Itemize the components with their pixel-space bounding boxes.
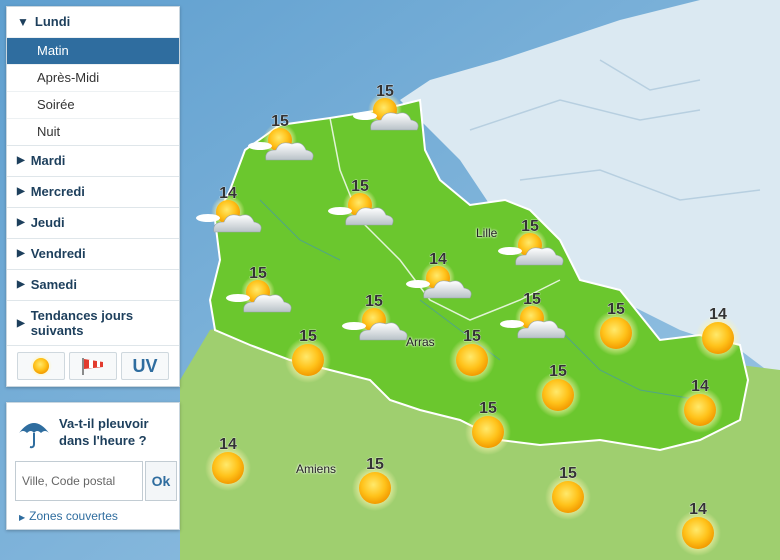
rain-title: Va-t-il pleuvoir dans l'heure ? [59, 416, 149, 448]
small-cloud-icon [353, 112, 377, 120]
zones-label: Zones couvertes [29, 509, 118, 523]
small-cloud-icon [226, 294, 250, 302]
sun-icon [600, 317, 632, 349]
day-samedi[interactable]: ▶ Samedi [7, 269, 179, 300]
temperature-label: 15 [479, 400, 497, 417]
temperature-label: 15 [249, 265, 267, 282]
triangle-right-icon: ▶ [17, 155, 25, 166]
day-tendances[interactable]: ▶ Tendances jours suivants [7, 300, 179, 345]
triangle-right-icon: ▶ [17, 279, 25, 290]
small-cloud-icon [248, 142, 272, 150]
day-label: Lundi [34, 14, 71, 29]
zones-link[interactable]: ▶ Zones couvertes [19, 509, 118, 523]
small-cloud-icon [498, 247, 522, 255]
day-label: Jeudi [30, 215, 65, 230]
day-label: Mercredi [30, 184, 85, 199]
temperature-label: 15 [607, 301, 625, 318]
triangle-right-icon: ▶ [17, 317, 25, 329]
triangle-right-icon: ▶ [17, 248, 25, 259]
small-cloud-icon [342, 322, 366, 330]
wind-mode-button[interactable] [69, 352, 117, 380]
triangle-down-icon: ▼ [17, 15, 29, 29]
sun-icon [292, 344, 324, 376]
period-menu: ▼ Lundi Matin Après-Midi Soirée Nuit ▶ Mar… [6, 6, 180, 387]
weather-mode-button[interactable] [17, 352, 65, 380]
temperature-label: 14 [429, 251, 447, 268]
day-label: Vendredi [30, 246, 86, 261]
temperature-label: 15 [366, 456, 384, 473]
triangle-right-icon: ▶ [19, 513, 26, 522]
city-amiens[interactable]: Amiens [296, 462, 336, 476]
sun-icon [682, 517, 714, 549]
triangle-right-icon: ▶ [17, 186, 25, 197]
slot-soiree[interactable]: Soirée [7, 91, 179, 118]
sun-icon [212, 452, 244, 484]
sun-icon [542, 379, 574, 411]
temperature-label: 15 [365, 293, 383, 310]
temperature-label: 14 [691, 378, 709, 395]
temperature-label: 15 [463, 328, 481, 345]
sun-icon [30, 355, 52, 377]
day-lundi[interactable]: ▼ Lundi [7, 7, 179, 37]
temperature-label: 14 [219, 436, 237, 453]
temperature-label: 15 [523, 291, 541, 308]
city-postal-input[interactable] [15, 461, 143, 501]
slot-matin[interactable]: Matin [7, 37, 179, 64]
temperature-label: 15 [271, 113, 289, 130]
small-cloud-icon [500, 320, 524, 328]
sun-icon [684, 394, 716, 426]
temperature-label: 15 [351, 178, 369, 195]
temperature-label: 15 [559, 465, 577, 482]
map-mode-toolbar: UV [7, 345, 179, 386]
slot-nuit[interactable]: Nuit [7, 118, 179, 145]
temperature-label: 14 [219, 185, 237, 202]
sun-icon [552, 481, 584, 513]
small-cloud-icon [196, 214, 220, 222]
temperature-label: 15 [299, 328, 317, 345]
temperature-label: 15 [521, 218, 539, 235]
day-jeudi[interactable]: ▶ Jeudi [7, 207, 179, 238]
ok-button[interactable]: Ok [145, 461, 177, 501]
city-arras[interactable]: Arras [406, 335, 435, 349]
small-cloud-icon [406, 280, 430, 288]
day-label: Mardi [30, 153, 66, 168]
triangle-right-icon: ▶ [17, 217, 25, 228]
temperature-label: 15 [549, 363, 567, 380]
sun-icon [472, 416, 504, 448]
umbrella-icon [19, 423, 49, 449]
windsock-icon [82, 358, 103, 375]
sun-icon [702, 322, 734, 354]
city-lille[interactable]: Lille [476, 226, 497, 240]
temperature-label: 14 [709, 306, 727, 323]
day-mercredi[interactable]: ▶ Mercredi [7, 176, 179, 207]
day-label: Tendances jours suivants [30, 308, 134, 338]
sun-icon [456, 344, 488, 376]
temperature-label: 15 [376, 83, 394, 100]
sun-icon [359, 472, 391, 504]
small-cloud-icon [328, 207, 352, 215]
day-vendredi[interactable]: ▶ Vendredi [7, 238, 179, 269]
rain-widget: Va-t-il pleuvoir dans l'heure ? Ok ▶Zone… [6, 402, 180, 530]
slot-apres-midi[interactable]: Après-Midi [7, 64, 179, 91]
day-label: Samedi [30, 277, 77, 292]
temperature-label: 14 [689, 501, 707, 518]
day-mardi[interactable]: ▶ Mardi [7, 145, 179, 176]
uv-mode-button[interactable]: UV [121, 352, 169, 380]
